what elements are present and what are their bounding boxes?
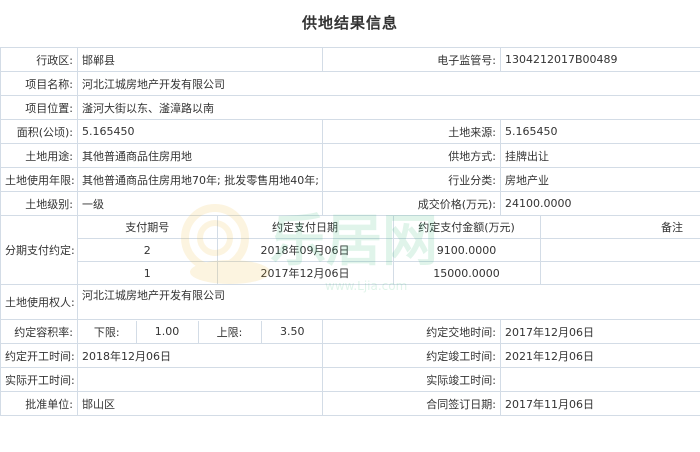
deal-price-label: 成交价格(万元): bbox=[322, 191, 501, 216]
table-row: 面积(公顷): 5.165450 土地来源: 5.165450 bbox=[0, 119, 700, 144]
page-title-bar: 供地结果信息 bbox=[0, 0, 700, 44]
installments-cell: 支付期号 约定支付日期 约定支付金额(万元) 备注 2 2018年09月06日 … bbox=[77, 215, 700, 285]
land-use-label: 土地用途: bbox=[0, 143, 78, 168]
agreed-start-label: 约定开工时间: bbox=[0, 343, 78, 368]
agreed-start-value: 2018年12月06日 bbox=[77, 343, 323, 368]
land-grade-label: 土地级别: bbox=[0, 191, 78, 216]
actual-start-label: 实际开工时间: bbox=[0, 367, 78, 392]
land-grade-value: 一级 bbox=[77, 191, 323, 216]
agreed-complete-value: 2021年12月06日 bbox=[500, 343, 700, 368]
installment-row: 1 2017年12月06日 15000.0000 bbox=[78, 261, 700, 284]
installment-period: 2 bbox=[78, 238, 218, 262]
plot-ratio-cell: 下限: 1.00 上限: 3.50 bbox=[77, 319, 323, 344]
approval-unit-label: 批准单位: bbox=[0, 391, 78, 416]
actual-complete-value bbox=[500, 367, 700, 392]
admin-region-label: 行政区: bbox=[0, 47, 78, 72]
land-user-value: 河北江城房地产开发有限公司 bbox=[77, 284, 700, 320]
col-header-period: 支付期号 bbox=[78, 216, 218, 239]
actual-complete-label: 实际竣工时间: bbox=[322, 367, 501, 392]
table-row: 土地使用权人: 河北江城房地产开发有限公司 bbox=[0, 284, 700, 320]
installment-amount: 9100.0000 bbox=[392, 238, 541, 262]
contract-date-label: 合同签订日期: bbox=[322, 391, 501, 416]
project-name-value: 河北江城房地产开发有限公司 bbox=[77, 71, 700, 96]
agreed-delivery-value: 2017年12月06日 bbox=[500, 319, 700, 344]
installment-amount: 15000.0000 bbox=[392, 261, 541, 284]
project-location-label: 项目位置: bbox=[0, 95, 78, 120]
use-term-label: 土地使用年限: bbox=[0, 167, 78, 192]
plot-ratio-upper-label: 上限: bbox=[198, 320, 262, 343]
table-row: 土地用途: 其他普通商品住房用地 供地方式: 挂牌出让 bbox=[0, 143, 700, 168]
project-location-value: 滏河大街以东、滏漳路以南 bbox=[77, 95, 700, 120]
actual-start-value bbox=[77, 367, 323, 392]
installments-table: 支付期号 约定支付日期 约定支付金额(万元) 备注 2 2018年09月06日 … bbox=[78, 216, 700, 284]
land-source-value: 5.165450 bbox=[500, 119, 700, 144]
admin-region-value: 邯郸县 bbox=[77, 47, 323, 72]
deal-price-value: 24100.0000 bbox=[500, 191, 700, 216]
e-supervision-no-label: 电子监管号: bbox=[322, 47, 501, 72]
info-table: 行政区: 邯郸县 电子监管号: 1304212017B00489 项目名称: 河… bbox=[0, 47, 700, 416]
plot-ratio-table: 下限: 1.00 上限: 3.50 bbox=[78, 320, 322, 343]
approval-unit-value: 邯山区 bbox=[77, 391, 323, 416]
agreed-delivery-label: 约定交地时间: bbox=[322, 319, 501, 344]
col-header-remark: 备注 bbox=[539, 216, 700, 239]
land-use-value: 其他普通商品住房用地 bbox=[77, 143, 323, 168]
industry-value: 房地产业 bbox=[500, 167, 700, 192]
table-row: 批准单位: 邯山区 合同签订日期: 2017年11月06日 bbox=[0, 391, 700, 416]
area-value: 5.165450 bbox=[77, 119, 323, 144]
table-row: 项目位置: 滏河大街以东、滏漳路以南 bbox=[0, 95, 700, 120]
installments-header-row: 支付期号 约定支付日期 约定支付金额(万元) 备注 bbox=[78, 216, 700, 239]
table-row: 约定容积率: 下限: 1.00 上限: 3.50 约定交地时间: 2017年12… bbox=[0, 319, 700, 344]
installment-remark bbox=[539, 261, 700, 284]
col-header-date: 约定支付日期 bbox=[216, 216, 394, 239]
table-row: 约定开工时间: 2018年12月06日 约定竣工时间: 2021年12月06日 bbox=[0, 343, 700, 368]
table-row: 土地级别: 一级 成交价格(万元): 24100.0000 bbox=[0, 191, 700, 216]
contract-date-value: 2017年11月06日 bbox=[500, 391, 700, 416]
supply-method-value: 挂牌出让 bbox=[500, 143, 700, 168]
table-row: 土地使用年限: 其他普通商品住房用地70年; 批发零售用地40年; 行业分类: … bbox=[0, 167, 700, 192]
installments-label: 分期支付约定: bbox=[0, 215, 78, 285]
plot-ratio-upper-value: 3.50 bbox=[280, 325, 305, 338]
table-row: 分期支付约定: 支付期号 约定支付日期 约定支付金额(万元) 备注 2 2018… bbox=[0, 215, 700, 285]
e-supervision-no-value: 1304212017B00489 bbox=[500, 47, 700, 72]
plot-ratio-label: 约定容积率: bbox=[0, 319, 78, 344]
installment-date: 2017年12月06日 bbox=[216, 261, 394, 284]
installment-row: 2 2018年09月06日 9100.0000 bbox=[78, 238, 700, 262]
land-supply-result-page: 供地结果信息 行政区: 邯郸县 电子监管号: 1304212017B00489 … bbox=[0, 0, 700, 452]
col-header-amount: 约定支付金额(万元) bbox=[392, 216, 541, 239]
installment-remark bbox=[539, 238, 700, 262]
area-label: 面积(公顷): bbox=[0, 119, 78, 144]
table-row: 行政区: 邯郸县 电子监管号: 1304212017B00489 bbox=[0, 47, 700, 72]
land-user-label: 土地使用权人: bbox=[0, 284, 78, 320]
table-row: 实际开工时间: 实际竣工时间: bbox=[0, 367, 700, 392]
industry-label: 行业分类: bbox=[322, 167, 501, 192]
project-name-label: 项目名称: bbox=[0, 71, 78, 96]
supply-method-label: 供地方式: bbox=[322, 143, 501, 168]
table-row: 项目名称: 河北江城房地产开发有限公司 bbox=[0, 71, 700, 96]
use-term-value: 其他普通商品住房用地70年; 批发零售用地40年; bbox=[77, 167, 323, 192]
plot-ratio-lower-value: 1.00 bbox=[136, 320, 199, 343]
land-source-label: 土地来源: bbox=[322, 119, 501, 144]
plot-ratio-lower-label: 下限: bbox=[78, 320, 137, 343]
installment-date: 2018年09月06日 bbox=[216, 238, 394, 262]
installment-period: 1 bbox=[78, 261, 218, 284]
page-title: 供地结果信息 bbox=[301, 13, 398, 32]
agreed-complete-label: 约定竣工时间: bbox=[322, 343, 501, 368]
